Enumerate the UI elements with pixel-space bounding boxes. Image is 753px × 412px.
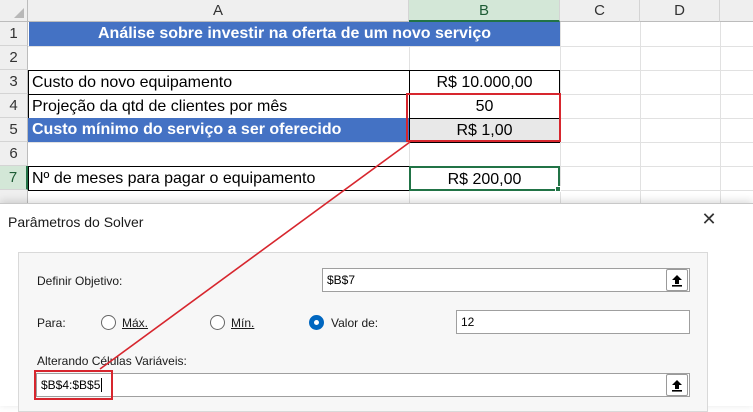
- annotation-connector-line: [99, 141, 411, 370]
